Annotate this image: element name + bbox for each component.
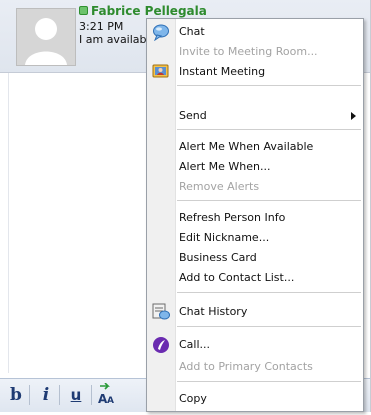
contact-name[interactable]: Fabrice Pellegala <box>91 4 207 18</box>
menu-item-copy[interactable]: Copy <box>148 389 362 409</box>
italic-button[interactable]: i <box>34 383 58 407</box>
submenu-arrow-icon <box>351 112 356 120</box>
menu-separator <box>177 381 361 382</box>
menu-item-edit-nickname[interactable]: Edit Nickname... <box>148 228 362 248</box>
bold-button[interactable]: b <box>4 383 28 407</box>
font-size-icon: A A <box>98 382 114 406</box>
svg-text:A: A <box>107 396 114 406</box>
menu-item-send[interactable]: Send <box>148 106 362 126</box>
menu-item-invite-meeting-room[interactable]: Invite to Meeting Room... <box>148 42 362 62</box>
context-menu: Chat Invite to Meeting Room... Instant M… <box>146 18 364 412</box>
menu-separator <box>177 200 361 201</box>
menu-item-remove-alerts[interactable]: Remove Alerts <box>148 177 362 197</box>
underline-button[interactable]: u <box>64 383 88 407</box>
menu-item-alert-when[interactable]: Alert Me When... <box>148 157 362 177</box>
menu-separator <box>177 326 361 327</box>
menu-item-alert-when-available[interactable]: Alert Me When Available <box>148 137 362 157</box>
toolbar-divider <box>59 385 60 405</box>
menu-item-chat-history[interactable]: Chat History <box>148 302 362 322</box>
conversation-pane <box>0 73 9 373</box>
menu-item-business-card[interactable]: Business Card <box>148 248 362 268</box>
menu-separator <box>177 129 361 130</box>
menu-item-add-to-contact-list[interactable]: Add to Contact List... <box>148 268 362 288</box>
meeting-icon <box>152 63 170 81</box>
menu-item-chat[interactable]: Chat <box>148 22 362 42</box>
call-icon <box>152 336 170 354</box>
menu-separator <box>177 292 361 293</box>
menu-item-call[interactable]: Call... <box>148 335 362 355</box>
presence-available-icon <box>79 6 88 15</box>
contact-time: 3:21 PM <box>79 20 124 33</box>
menu-item-instant-meeting[interactable]: Instant Meeting <box>148 62 362 82</box>
contact-status: I am availab <box>79 33 147 46</box>
chat-history-icon <box>152 303 170 321</box>
toolbar-divider <box>29 385 30 405</box>
font-size-button[interactable]: A A <box>96 382 120 407</box>
menu-item-refresh-person-info[interactable]: Refresh Person Info <box>148 208 362 228</box>
avatar <box>16 8 76 66</box>
menu-item-add-to-primary-contacts[interactable]: Add to Primary Contacts <box>148 357 362 377</box>
toolbar-divider <box>91 385 92 405</box>
chat-bubble-icon <box>152 23 170 42</box>
menu-separator <box>177 85 361 86</box>
